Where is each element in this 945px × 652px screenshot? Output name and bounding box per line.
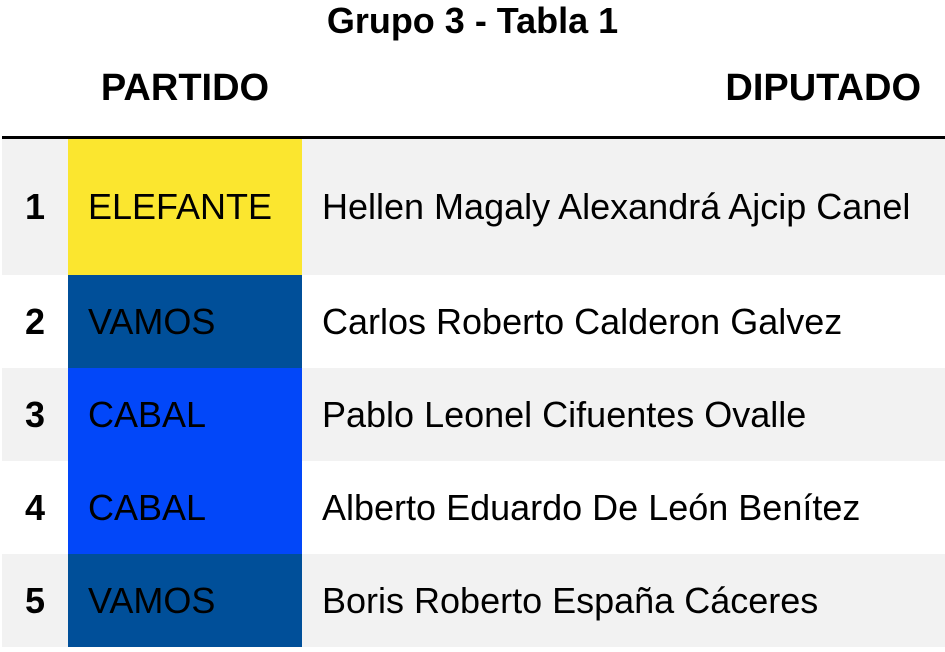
header-row: PARTIDO DIPUTADO bbox=[2, 42, 945, 139]
party-cell: VAMOS bbox=[68, 275, 302, 368]
header-deputy: DIPUTADO bbox=[302, 42, 945, 139]
table-row: 5 VAMOS Boris Roberto España Cáceres bbox=[2, 554, 945, 647]
table-row: 3 CABAL Pablo Leonel Cifuentes Ovalle bbox=[2, 368, 945, 461]
header-party: PARTIDO bbox=[68, 42, 302, 139]
row-index: 4 bbox=[24, 486, 46, 528]
deputies-table: PARTIDO DIPUTADO 1 ELEFANTE Hellen Magal… bbox=[2, 42, 945, 647]
table-body: 1 ELEFANTE Hellen Magaly Alexandrá Ajcip… bbox=[2, 137, 945, 647]
header-index bbox=[2, 42, 68, 139]
party-cell: CABAL bbox=[68, 368, 302, 461]
table-row: 1 ELEFANTE Hellen Magaly Alexandrá Ajcip… bbox=[2, 137, 945, 275]
party-cell: CABAL bbox=[68, 461, 302, 554]
deputy-cell: Hellen Magaly Alexandrá Ajcip Canel bbox=[322, 185, 911, 227]
party-cell: ELEFANTE bbox=[68, 137, 302, 275]
table-row: 4 CABAL Alberto Eduardo De León Benítez bbox=[2, 461, 945, 554]
table-row: 2 VAMOS Carlos Roberto Calderon Galvez bbox=[2, 275, 945, 368]
deputy-cell: Boris Roberto España Cáceres bbox=[322, 579, 819, 621]
table-title: Grupo 3 - Tabla 1 bbox=[326, 0, 619, 41]
deputy-cell: Carlos Roberto Calderon Galvez bbox=[322, 300, 843, 342]
row-index: 1 bbox=[24, 185, 46, 227]
deputy-cell: Pablo Leonel Cifuentes Ovalle bbox=[322, 393, 807, 435]
row-index: 3 bbox=[24, 393, 46, 435]
row-index: 2 bbox=[24, 300, 46, 342]
deputies-table-container: PARTIDO DIPUTADO 1 ELEFANTE Hellen Magal… bbox=[0, 42, 945, 652]
table-header: PARTIDO DIPUTADO bbox=[2, 42, 945, 139]
party-cell: VAMOS bbox=[68, 554, 302, 647]
row-index: 5 bbox=[24, 579, 46, 621]
deputy-cell: Alberto Eduardo De León Benítez bbox=[322, 486, 861, 528]
